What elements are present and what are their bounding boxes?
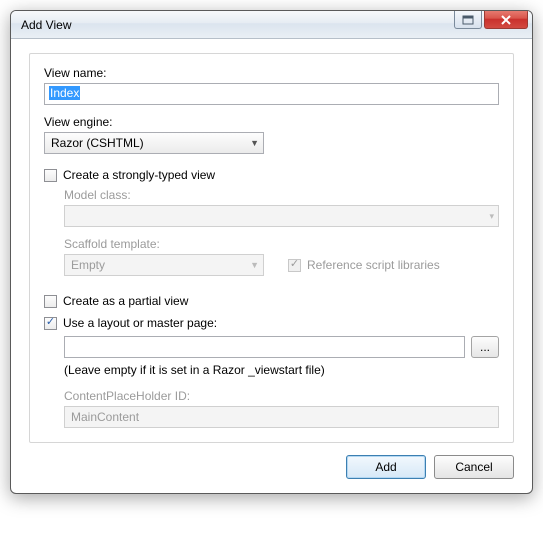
chevron-down-icon: ▼ bbox=[250, 260, 259, 270]
chevron-down-icon: ▼ bbox=[250, 138, 259, 148]
layout-hint: (Leave empty if it is set in a Razor _vi… bbox=[64, 363, 499, 377]
view-name-row: View name: Index bbox=[44, 66, 499, 105]
view-name-value: Index bbox=[49, 86, 80, 100]
strongly-typed-checkbox[interactable] bbox=[44, 169, 57, 182]
view-engine-value: Razor (CSHTML) bbox=[51, 136, 144, 150]
cph-input: MainContent bbox=[64, 406, 499, 428]
cph-value: MainContent bbox=[71, 410, 139, 424]
view-name-input[interactable]: Index bbox=[44, 83, 499, 105]
view-name-label: View name: bbox=[44, 66, 499, 80]
browse-label: ... bbox=[480, 340, 490, 354]
dialog-buttons: Add Cancel bbox=[29, 455, 514, 479]
window-buttons bbox=[454, 11, 528, 29]
layout-path-input[interactable] bbox=[64, 336, 465, 358]
model-class-label: Model class: bbox=[64, 188, 499, 202]
view-engine-select[interactable]: Razor (CSHTML) ▼ bbox=[44, 132, 264, 154]
partial-view-checkbox[interactable] bbox=[44, 295, 57, 308]
titlebar: Add View bbox=[11, 11, 532, 39]
close-icon bbox=[500, 15, 512, 25]
add-button[interactable]: Add bbox=[346, 455, 426, 479]
use-layout-row: Use a layout or master page: bbox=[44, 316, 499, 330]
strongly-typed-group: Model class: ▾ Scaffold template: Empty … bbox=[64, 188, 499, 276]
ref-scripts-row: Reference script libraries bbox=[288, 258, 440, 272]
ref-scripts-label: Reference script libraries bbox=[307, 258, 440, 272]
maximize-button[interactable] bbox=[454, 11, 482, 29]
scaffold-label: Scaffold template: bbox=[64, 237, 499, 251]
strongly-typed-label: Create a strongly-typed view bbox=[63, 168, 215, 182]
ref-scripts-checkbox bbox=[288, 259, 301, 272]
chevron-down-icon: ▾ bbox=[489, 211, 494, 222]
browse-button[interactable]: ... bbox=[471, 336, 499, 358]
window-title: Add View bbox=[21, 18, 71, 32]
scaffold-row: Scaffold template: Empty ▼ Reference scr… bbox=[64, 237, 499, 276]
view-engine-row: View engine: Razor (CSHTML) ▼ bbox=[44, 115, 499, 154]
strongly-typed-row: Create a strongly-typed view bbox=[44, 168, 499, 182]
use-layout-checkbox[interactable] bbox=[44, 317, 57, 330]
form-panel: View name: Index View engine: Razor (CSH… bbox=[29, 53, 514, 443]
partial-view-row: Create as a partial view bbox=[44, 294, 499, 308]
close-button[interactable] bbox=[484, 11, 528, 29]
view-engine-label: View engine: bbox=[44, 115, 499, 129]
layout-path-row: ... bbox=[64, 336, 499, 358]
scaffold-value: Empty bbox=[71, 258, 105, 272]
partial-view-label: Create as a partial view bbox=[63, 294, 188, 308]
add-button-label: Add bbox=[375, 460, 396, 474]
cph-label: ContentPlaceHolder ID: bbox=[64, 389, 499, 403]
dialog-window: Add View View name: Index View engine: R… bbox=[10, 10, 533, 494]
dialog-content: View name: Index View engine: Razor (CSH… bbox=[11, 39, 532, 493]
use-layout-label: Use a layout or master page: bbox=[63, 316, 217, 330]
cph-row: ContentPlaceHolder ID: MainContent bbox=[64, 389, 499, 428]
layout-group: ... (Leave empty if it is set in a Razor… bbox=[64, 336, 499, 428]
model-class-row: Model class: ▾ bbox=[64, 188, 499, 227]
cancel-button-label: Cancel bbox=[455, 460, 492, 474]
scaffold-select: Empty ▼ bbox=[64, 254, 264, 276]
maximize-icon bbox=[462, 15, 474, 25]
cancel-button[interactable]: Cancel bbox=[434, 455, 514, 479]
model-class-select: ▾ bbox=[64, 205, 499, 227]
